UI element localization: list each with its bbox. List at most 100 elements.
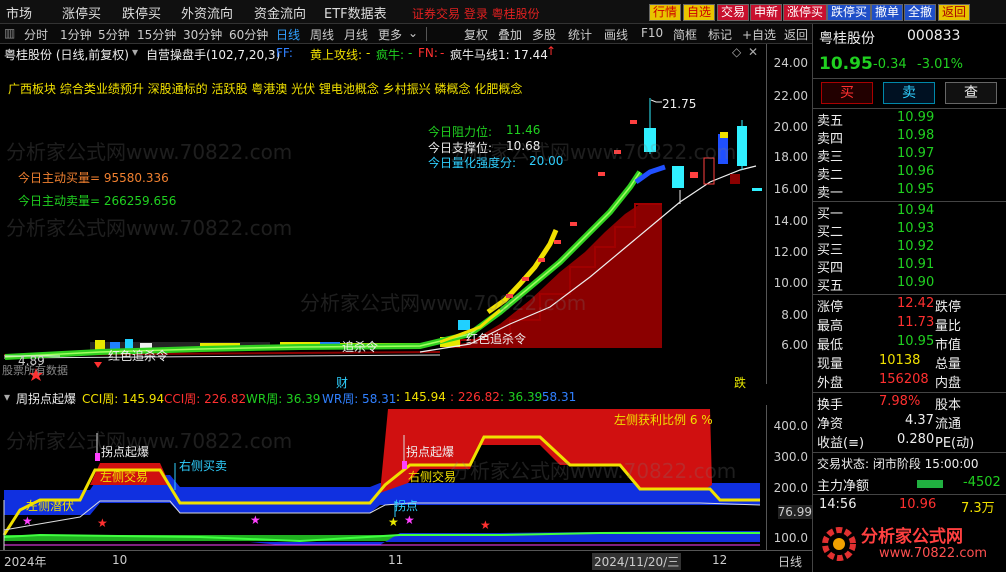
period-tab[interactable]: 月线 — [344, 26, 368, 43]
bid-price: 10.91 — [897, 257, 935, 272]
high-price-label: 21.75 — [662, 97, 697, 111]
menu-market[interactable]: 市场 — [6, 3, 32, 22]
sub-indicator-chart[interactable]: ★ ★ ★ ★ ★ ★ 左侧获利比例 6 % 拐点起爆 拐点起爆 左侧交易 右侧… — [0, 405, 766, 550]
sub-value: : 145.94 — [396, 390, 446, 404]
back-button[interactable]: 返回 — [938, 4, 971, 21]
diamond-icon[interactable]: ◇ — [732, 45, 741, 59]
period-tab[interactable]: 1分钟 — [60, 26, 92, 43]
limit-up-buy-button[interactable]: 涨停买 — [783, 4, 828, 21]
query-button[interactable]: 查 — [945, 82, 997, 104]
tool-button[interactable]: 简框 — [673, 26, 697, 43]
period-tab[interactable]: 周线 — [310, 26, 334, 43]
menu-limit-down[interactable]: 跌停买 — [122, 3, 161, 22]
white-line — [3, 500, 761, 531]
indicator-axis: 400.0 300.0 200.0 76.99 100.0 — [766, 405, 812, 550]
trade-button[interactable]: 交易 — [717, 4, 750, 21]
star-marker: ★ — [480, 518, 491, 532]
active-buy-volume: 今日主动买量= 95580.336 — [18, 171, 169, 185]
star-marker: ★ — [388, 515, 399, 529]
tool-button[interactable]: 画线 — [604, 26, 628, 43]
tool-button[interactable]: +自选 — [742, 26, 776, 43]
watchlist-button[interactable]: 自选 — [683, 4, 716, 21]
candle — [614, 150, 621, 154]
quote-button[interactable]: 行情 — [649, 4, 682, 21]
brand-logo: 分析家公式网 www.70822.com — [815, 518, 1005, 570]
tool-button[interactable]: 复权 — [464, 26, 488, 43]
candle — [506, 294, 513, 298]
toolbar-icon: ▥ — [4, 26, 16, 40]
ask-label: 卖五 — [817, 114, 844, 129]
period-tab[interactable]: 15分钟 — [137, 26, 176, 43]
bid-label: 买四 — [817, 261, 844, 276]
main-candle-chart[interactable]: 广西板块 综合类业绩预升 深股通标的 活跃股 粤港澳 光伏 锂电池概念 乡村振兴… — [0, 62, 766, 390]
period-tab[interactable]: 更多 — [378, 26, 402, 43]
menu-capital-flow[interactable]: 资金流向 — [254, 3, 306, 22]
limit-down-buy-button[interactable]: 跌停买 — [827, 4, 872, 21]
main-net-value: -4502 — [963, 475, 1001, 490]
date-tick: 11 — [388, 553, 404, 567]
buy-button[interactable]: 买 — [821, 82, 873, 104]
ask-price: 10.96 — [897, 164, 935, 179]
period-tab[interactable]: 分时 — [24, 26, 48, 43]
crazy-bull-value: - — [408, 46, 413, 60]
strength-label: 今日量化强度分: — [428, 156, 517, 170]
fn-value: - — [440, 46, 445, 60]
inflection-label: 拐点 — [394, 499, 419, 513]
cancel-order-button[interactable]: 撤单 — [871, 4, 904, 21]
quote-panel: 粤桂股份 000833 10.95 -0.34 -3.01% 买 卖 查 卖五 1… — [812, 24, 1006, 572]
indicator-name[interactable]: 自营操盘手(102,7,20,3) — [146, 46, 280, 63]
stat-label: 股本 — [935, 398, 962, 413]
left-latent-label: 左侧潜伏 — [26, 499, 75, 513]
menu-etf[interactable]: ETF数据表 — [324, 3, 387, 22]
sell-button[interactable]: 卖 — [883, 82, 935, 104]
current-price: 10.95 — [819, 54, 873, 74]
stock-name: 粤桂股份 — [819, 31, 875, 47]
tool-button[interactable]: 叠加 — [498, 26, 522, 43]
red-area-fill — [440, 204, 662, 348]
ask-label: 卖二 — [817, 168, 844, 183]
main-net-bar — [917, 480, 943, 488]
candle — [554, 240, 561, 244]
period-tab-active[interactable]: 日线 — [276, 26, 300, 43]
tool-button[interactable]: 返回 — [784, 26, 808, 43]
stock-data-link[interactable]: 股票所有数据 — [2, 362, 68, 378]
ask-price: 10.95 — [897, 182, 935, 197]
horse-line-label: 疯牛马线1: 17.44 — [450, 48, 548, 62]
tool-button[interactable]: F10 — [641, 26, 663, 40]
price-tick: 12.00 — [773, 245, 808, 259]
indicator-dropdown-icon[interactable]: ▾ — [132, 45, 138, 59]
price-tick: 8.00 — [781, 308, 808, 322]
tool-button[interactable]: 多股 — [532, 26, 556, 43]
period-tab[interactable]: 60分钟 — [229, 26, 268, 43]
period-tab[interactable]: 30分钟 — [183, 26, 222, 43]
main-chart-header: 粤桂股份 (日线,前复权) ▾ 自营操盘手(102,7,20,3) FF: 黄上… — [0, 44, 812, 62]
indicator-tick: 400.0 — [773, 419, 808, 433]
close-icon[interactable]: ✕ — [748, 45, 758, 59]
resistance-label: 今日阻力位: — [428, 125, 493, 139]
stat-value: 4.37 — [905, 413, 934, 428]
star-marker: ★ — [97, 516, 108, 530]
period-tab[interactable]: 5分钟 — [98, 26, 130, 43]
stat-label: 净资 — [817, 417, 844, 432]
cancel-all-button[interactable]: 全撤 — [904, 4, 937, 21]
menu-limit-up[interactable]: 涨停买 — [62, 3, 101, 22]
right-trade-label: 右侧交易 — [408, 470, 457, 484]
star-marker: ★ — [22, 514, 33, 528]
more-dropdown-icon[interactable]: ⌄ — [408, 26, 418, 40]
subscribe-button[interactable]: 申新 — [750, 4, 783, 21]
stat-value: 156208 — [879, 372, 929, 387]
tool-button[interactable]: 统计 — [568, 26, 592, 43]
inflection-burst-label: 拐点起爆 — [101, 445, 150, 459]
stat-label: 收益(≡) — [817, 436, 865, 451]
tool-button[interactable]: 标记 — [708, 26, 732, 43]
period-label: 日线 — [778, 555, 803, 569]
price-change-pct: -3.01% — [917, 57, 963, 72]
sub-dropdown-icon[interactable]: ▾ — [4, 390, 10, 404]
menu-foreign-flow[interactable]: 外资流向 — [181, 3, 233, 22]
price-tick: 22.00 — [773, 89, 808, 103]
indicator-tick: 200.0 — [773, 481, 808, 495]
trade-login-link[interactable]: 证券交易 登录 粤桂股份 — [412, 5, 540, 22]
price-tick: 10.00 — [773, 276, 808, 290]
strength-value: 20.00 — [529, 154, 564, 168]
stat-value: 11.73 — [897, 315, 935, 330]
